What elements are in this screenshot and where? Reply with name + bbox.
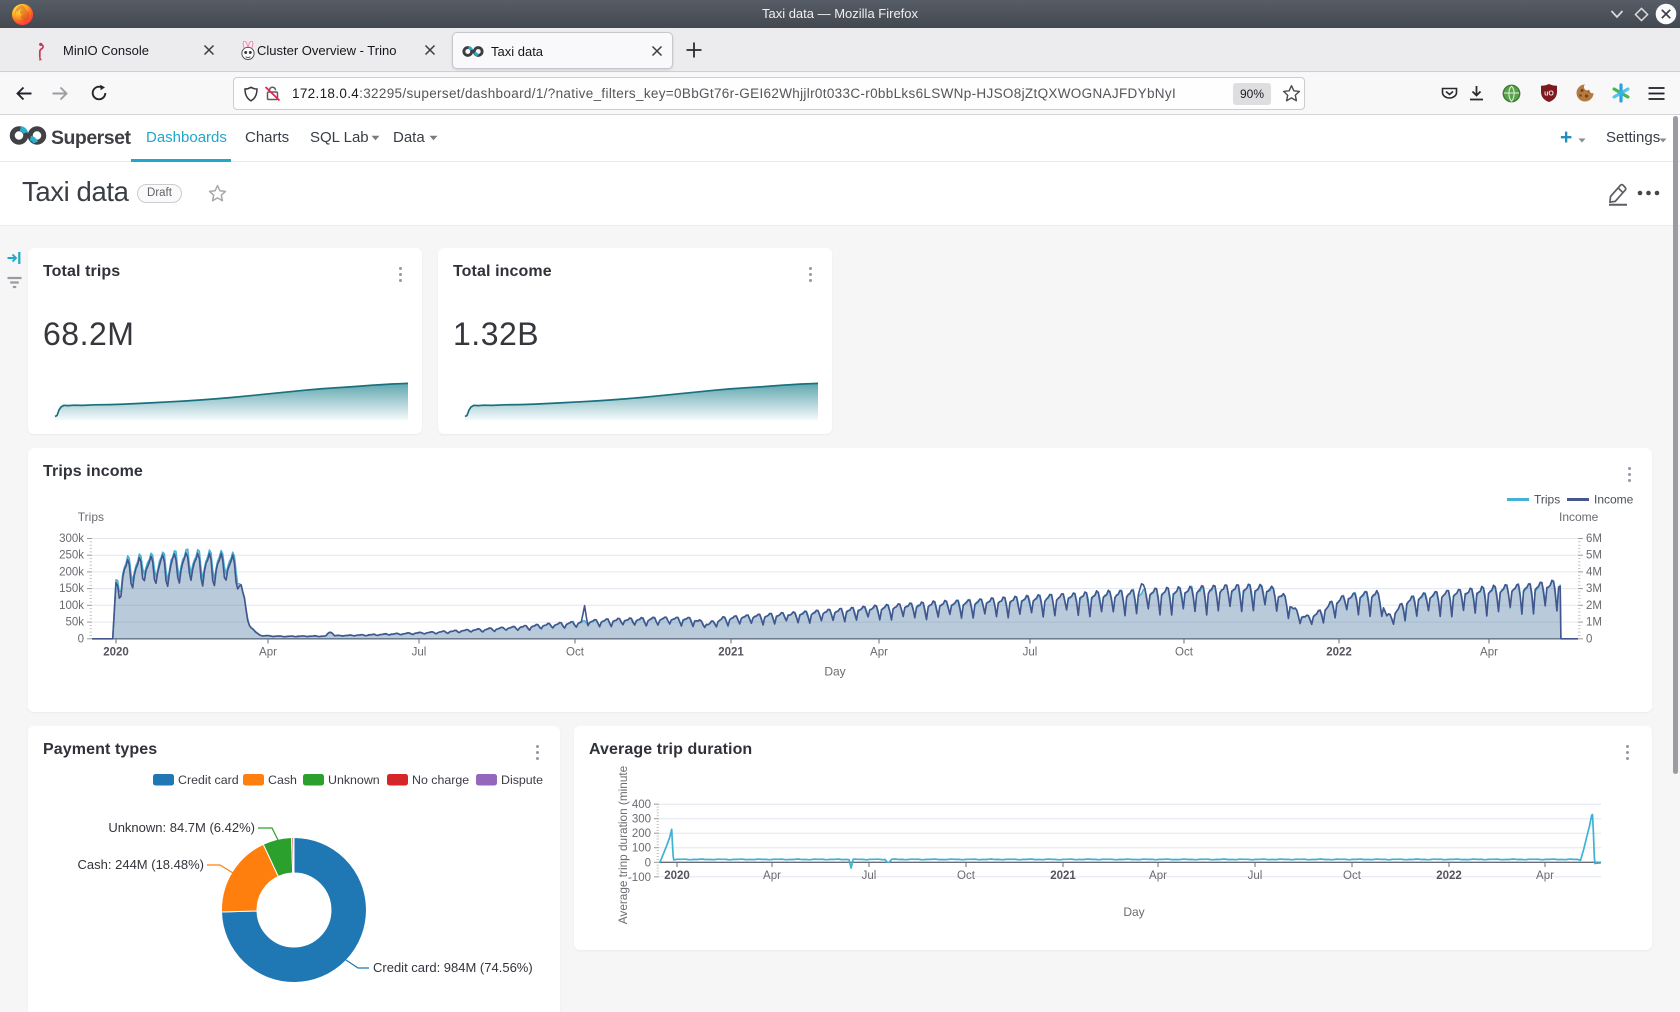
svg-text:Apr: Apr [1536, 870, 1554, 882]
svg-text:Apr: Apr [259, 647, 277, 659]
svg-text:4M: 4M [1586, 566, 1602, 578]
svg-text:100: 100 [632, 843, 651, 855]
svg-text:Oct: Oct [1343, 870, 1362, 882]
svg-text:2021: 2021 [1050, 870, 1076, 882]
svg-text:50k: 50k [65, 617, 84, 629]
svg-text:400: 400 [632, 799, 651, 811]
svg-text:2M: 2M [1586, 600, 1602, 612]
svg-text:6M: 6M [1586, 533, 1602, 545]
svg-text:250k: 250k [59, 550, 84, 562]
svg-text:0: 0 [1586, 633, 1592, 645]
svg-text:2022: 2022 [1326, 647, 1352, 659]
svg-text:Oct: Oct [566, 647, 585, 659]
svg-text:Jul: Jul [1023, 647, 1038, 659]
svg-text:-100: -100 [628, 872, 651, 884]
svg-text:Jul: Jul [862, 870, 877, 882]
svg-text:Cash: Cash [268, 773, 297, 787]
svg-text:2022: 2022 [1436, 870, 1462, 882]
svg-text:Credit card: Credit card [178, 773, 239, 787]
svg-text:Apr: Apr [1149, 870, 1167, 882]
svg-text:150k: 150k [59, 583, 84, 595]
svg-text:uO: uO [1544, 91, 1554, 98]
svg-text:Oct: Oct [957, 870, 976, 882]
svg-text:0: 0 [78, 633, 84, 645]
svg-text:2020: 2020 [664, 870, 690, 882]
svg-text:Day: Day [824, 665, 845, 679]
svg-text:Jul: Jul [412, 647, 427, 659]
svg-text:Apr: Apr [1480, 647, 1498, 659]
svg-text:Apr: Apr [763, 870, 781, 882]
svg-text:1M: 1M [1586, 617, 1602, 629]
svg-text:Jul: Jul [1248, 870, 1263, 882]
svg-text:Income: Income [1559, 510, 1599, 524]
svg-text:300k: 300k [59, 533, 84, 545]
svg-text:Income: Income [1594, 493, 1634, 507]
svg-text:100k: 100k [59, 600, 84, 612]
svg-text:Credit card: 984M (74.56%): Credit card: 984M (74.56%) [373, 960, 533, 975]
svg-text:Cash: 244M (18.48%): Cash: 244M (18.48%) [78, 857, 204, 872]
svg-text:Oct: Oct [1175, 647, 1194, 659]
svg-text:2021: 2021 [718, 647, 744, 659]
svg-text:Average trinp duration (minute: Average trinp duration (minute [616, 765, 630, 924]
svg-text:Unknown: Unknown [328, 773, 380, 787]
svg-text:Day: Day [1123, 905, 1144, 919]
svg-text:0: 0 [645, 857, 651, 869]
svg-text:2020: 2020 [103, 647, 129, 659]
svg-text:200k: 200k [59, 566, 84, 578]
svg-text:3M: 3M [1586, 583, 1602, 595]
svg-text:5M: 5M [1586, 550, 1602, 562]
svg-text:Trips: Trips [1534, 493, 1560, 507]
svg-text:300: 300 [632, 814, 651, 826]
svg-text:Unknown: 84.7M (6.42%): Unknown: 84.7M (6.42%) [108, 820, 255, 835]
svg-text:Trips: Trips [78, 510, 104, 524]
svg-text:Dispute: Dispute [501, 773, 543, 787]
svg-text:Apr: Apr [870, 647, 888, 659]
svg-text:No charge: No charge [412, 773, 469, 787]
svg-text:200: 200 [632, 828, 651, 840]
